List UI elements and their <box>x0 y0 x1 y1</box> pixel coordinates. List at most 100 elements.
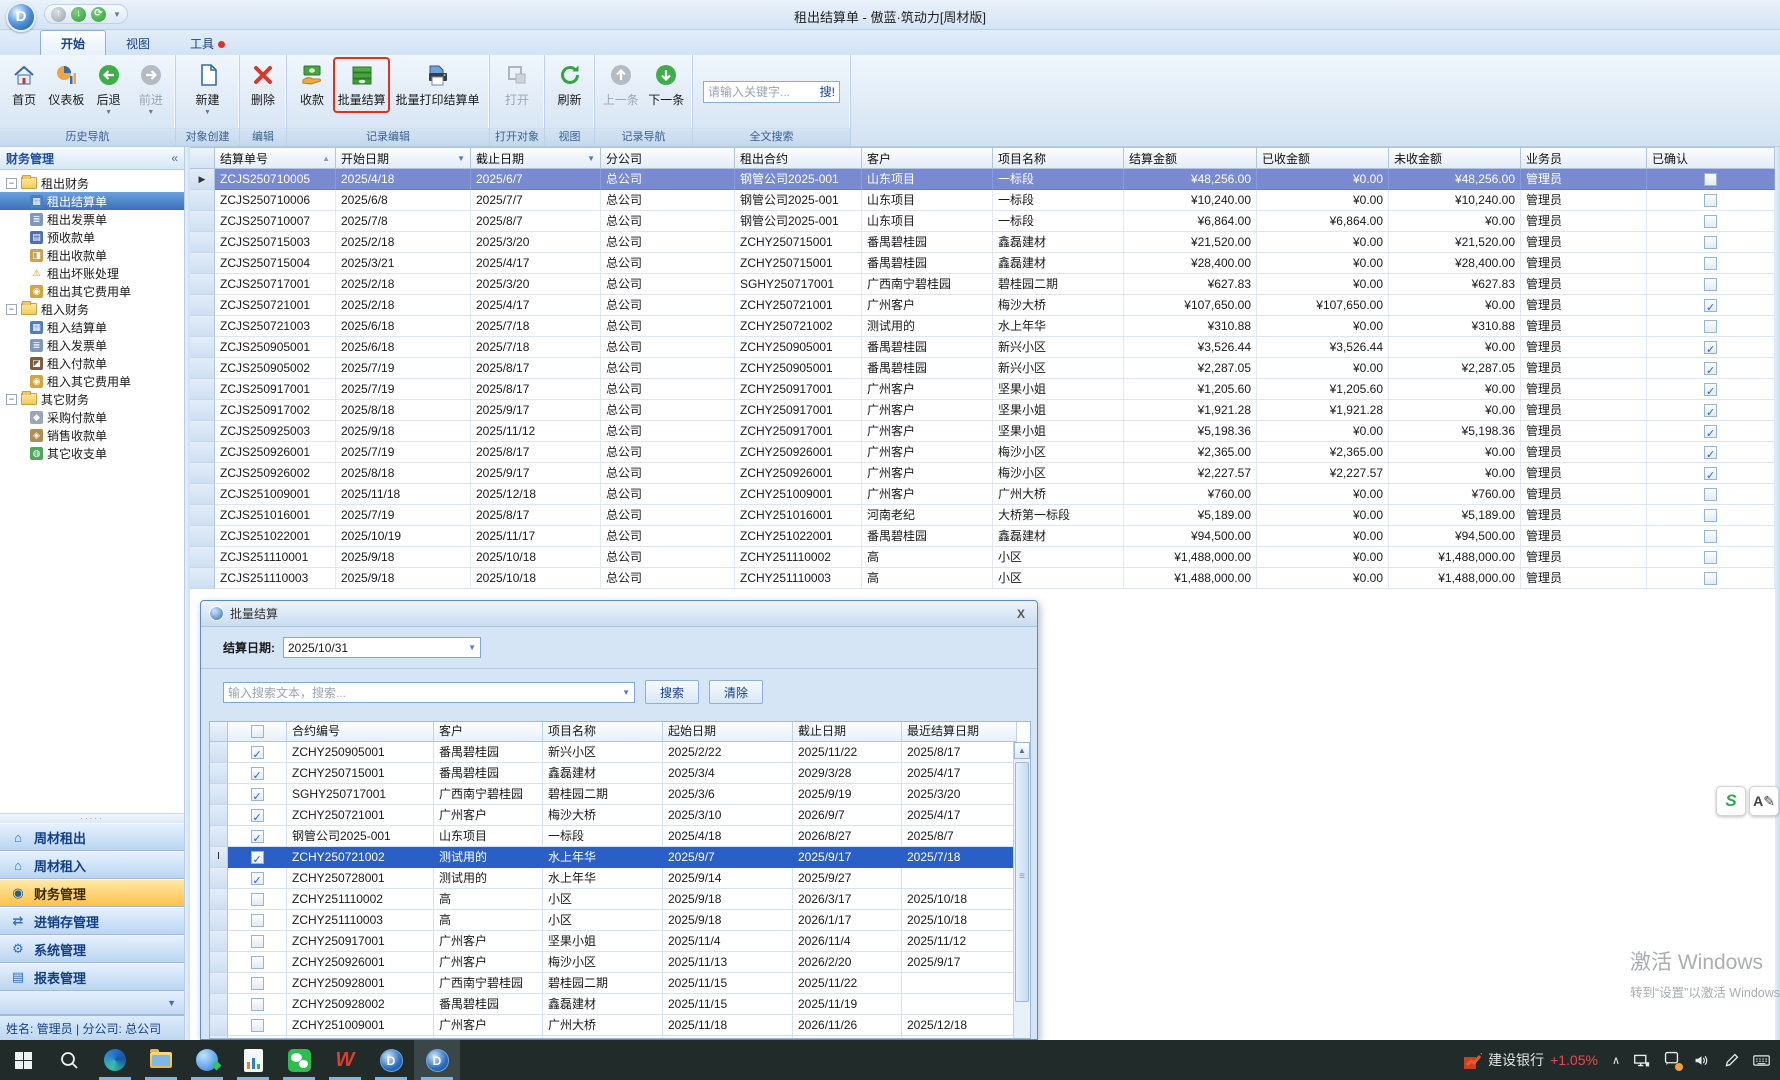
sidebar-item[interactable]: ◪租入付款单 <box>0 354 184 372</box>
sidebar-item[interactable]: ◆采购付款单 <box>0 408 184 426</box>
confirmed-checkbox[interactable] <box>1704 509 1717 522</box>
taskbar-search-button[interactable] <box>46 1040 92 1080</box>
dialog-clear-button[interactable]: 清除 <box>709 680 763 704</box>
table-row[interactable]: ZCJS2507170012025/2/182025/3/20总公司SGHY25… <box>190 274 1780 295</box>
table-row[interactable]: ZCJS2510220012025/10/192025/11/17总公司ZCHY… <box>190 526 1780 547</box>
keyboard-icon[interactable] <box>1753 1052 1770 1069</box>
pen-icon[interactable] <box>1723 1052 1740 1069</box>
row-select-checkbox[interactable] <box>251 893 264 906</box>
snip-tool-button[interactable]: S <box>1716 786 1746 816</box>
dialog-table-row[interactable]: ZCHY250917001广州客户坚果小姐2025/11/42026/11/42… <box>210 931 1030 952</box>
row-select-checkbox[interactable] <box>251 788 264 801</box>
table-row[interactable]: ZCJS2509250032025/9/182025/11/12总公司ZCHY2… <box>190 421 1780 442</box>
table-row[interactable]: ZCJS2511100012025/9/182025/10/18总公司ZCHY2… <box>190 547 1780 568</box>
table-row[interactable]: ZCJS2510160012025/7/192025/8/17总公司ZCHY25… <box>190 505 1780 526</box>
previous-record-button[interactable]: 上一条 <box>599 59 643 111</box>
dialog-column-header[interactable]: 客户 <box>434 722 543 742</box>
row-select-checkbox[interactable] <box>251 746 264 759</box>
confirmed-checkbox[interactable] <box>1704 341 1717 354</box>
sidebar-item[interactable]: ≣租出发票单 <box>0 210 184 228</box>
open-button[interactable]: 打开 <box>494 59 540 111</box>
stock-ticker[interactable]: 建设银行 +1.05% <box>1464 1050 1598 1070</box>
confirmed-checkbox[interactable] <box>1704 551 1717 564</box>
dialog-table-row[interactable]: ZCHY250926001广州客户梅沙小区2025/11/132026/2/20… <box>210 952 1030 973</box>
explorer-taskbar-icon[interactable] <box>138 1040 184 1080</box>
grid-column-header[interactable]: 开始日期▼ <box>336 147 471 169</box>
sidebar-item[interactable]: ◍其它收支单 <box>0 444 184 462</box>
refresh-button[interactable]: 刷新 <box>549 59 590 111</box>
sidebar-item[interactable]: ◨租出收款单 <box>0 246 184 264</box>
speaker-icon[interactable] <box>1693 1052 1710 1069</box>
table-row[interactable]: ZCJS2507100072025/7/82025/8/7总公司钢管公司2025… <box>190 211 1780 232</box>
row-select-checkbox[interactable] <box>251 830 264 843</box>
table-row[interactable]: ZCJS2511100032025/9/182025/10/18总公司ZCHY2… <box>190 568 1780 589</box>
row-select-checkbox[interactable] <box>251 977 264 990</box>
next-record-button[interactable]: 下一条 <box>645 59 689 111</box>
erp-app-active-taskbar-icon[interactable]: D <box>414 1040 460 1080</box>
table-row[interactable]: ZCJS2509260022025/8/182025/9/17总公司ZCHY25… <box>190 463 1780 484</box>
grid-column-header[interactable]: 业务员 <box>1521 147 1647 169</box>
sidebar-item[interactable]: ◉租出其它费用单 <box>0 282 184 300</box>
settle-date-picker[interactable]: 2025/10/31 ▼ <box>283 637 481 658</box>
tray-expand-icon[interactable]: ∧ <box>1612 1054 1620 1067</box>
confirmed-checkbox[interactable] <box>1704 467 1717 480</box>
collapse-expander-icon[interactable]: − <box>6 304 17 315</box>
module-nav-item[interactable]: ◉财务管理 <box>0 879 184 907</box>
dialog-table-row[interactable]: 钢管公司2025-001山东项目一标段2025/4/182026/8/27202… <box>210 826 1030 847</box>
tab-start[interactable]: 开始 <box>40 30 106 55</box>
dialog-table-row[interactable]: ZCHY250715001番禺碧桂园鑫磊建材2025/3/42029/3/282… <box>210 763 1030 784</box>
dialog-search-input[interactable]: 输入搜索文本，搜索... ▼ <box>223 682 635 703</box>
row-select-checkbox[interactable] <box>251 809 264 822</box>
dialog-table-row[interactable]: ZCHY251009001广州客户广州大桥2025/11/182026/11/2… <box>210 1015 1030 1036</box>
sidebar-item[interactable]: ⚠租出坏账处理 <box>0 264 184 282</box>
confirmed-checkbox[interactable] <box>1704 173 1717 186</box>
forward-button[interactable]: 前进 ▼ <box>131 59 171 119</box>
grid-column-header[interactable]: 租出合约 <box>735 147 862 169</box>
dashboard-button[interactable]: 仪表板 <box>46 59 86 111</box>
dialog-table-row[interactable] <box>210 1036 1030 1039</box>
annotate-tool-button[interactable]: A✎ <box>1749 786 1779 816</box>
edge-taskbar-icon[interactable] <box>92 1040 138 1080</box>
table-row[interactable]: ZCJS2509170022025/8/182025/9/17总公司ZCHY25… <box>190 400 1780 421</box>
back-button[interactable]: 后退 ▼ <box>89 59 129 119</box>
grid-scrollbar[interactable] <box>1775 147 1780 1040</box>
dialog-table-row[interactable]: ZCHY250928002番禺碧桂园鑫磊建材2025/11/152025/11/… <box>210 994 1030 1015</box>
app-logo[interactable]: D <box>6 2 36 32</box>
table-row[interactable]: ZCJS2507150032025/2/182025/3/20总公司ZCHY25… <box>190 232 1780 253</box>
start-button[interactable] <box>0 1040 46 1080</box>
nav-more-row[interactable]: ▼ <box>0 991 184 1015</box>
dialog-column-header[interactable]: 截止日期 <box>793 722 902 742</box>
dialog-table-row[interactable]: ZCHY250721001广州客户梅沙大桥2025/3/102026/9/720… <box>210 805 1030 826</box>
dialog-search-button[interactable]: 搜索 <box>645 680 699 704</box>
stats-app-taskbar-icon[interactable] <box>230 1040 276 1080</box>
confirmed-checkbox[interactable] <box>1704 446 1717 459</box>
dialog-table-row[interactable]: ZCHY250928001广西南宁碧桂园碧桂园二期2025/11/152025/… <box>210 973 1030 994</box>
notification-icon[interactable] <box>1663 1050 1680 1070</box>
table-row[interactable]: ZCJS2509050012025/6/182025/7/18总公司ZCHY25… <box>190 337 1780 358</box>
dialog-table-row[interactable]: IZCHY250721002测试用的水上年华2025/9/72025/9/172… <box>210 847 1030 868</box>
row-select-checkbox[interactable] <box>251 872 264 885</box>
confirmed-checkbox[interactable] <box>1704 362 1717 375</box>
module-nav-item[interactable]: ⌂周材租出 <box>0 823 184 851</box>
confirmed-checkbox[interactable] <box>1704 404 1717 417</box>
grid-column-header[interactable]: 分公司 <box>601 147 735 169</box>
batch-settle-button[interactable]: 批量结算 <box>335 59 388 111</box>
confirmed-checkbox[interactable] <box>1704 383 1717 396</box>
dialog-column-header[interactable]: 合约编号 <box>287 722 434 742</box>
confirmed-checkbox[interactable] <box>1704 425 1717 438</box>
row-select-checkbox[interactable] <box>251 998 264 1011</box>
module-nav-item[interactable]: ▤报表管理 <box>0 963 184 991</box>
keyword-search-input[interactable]: 请输入关键字... 搜! <box>703 81 840 103</box>
confirmed-checkbox[interactable] <box>1704 215 1717 228</box>
confirmed-checkbox[interactable] <box>1704 572 1717 585</box>
row-select-checkbox[interactable] <box>251 767 264 780</box>
collapse-expander-icon[interactable]: − <box>6 178 17 189</box>
collapse-expander-icon[interactable]: − <box>6 394 17 405</box>
sidebar-splitter-handle[interactable]: ····· <box>0 813 184 823</box>
wps-taskbar-icon[interactable]: W <box>322 1040 368 1080</box>
batch-print-button[interactable]: 批量打印结算单 <box>390 59 485 111</box>
table-row[interactable]: ZCJS2507210032025/6/182025/7/18总公司ZCHY25… <box>190 316 1780 337</box>
confirmed-checkbox[interactable] <box>1704 278 1717 291</box>
table-row[interactable]: ZCJS2509050022025/7/192025/8/17总公司ZCHY25… <box>190 358 1780 379</box>
sidebar-collapse-icon[interactable]: « <box>171 151 178 165</box>
